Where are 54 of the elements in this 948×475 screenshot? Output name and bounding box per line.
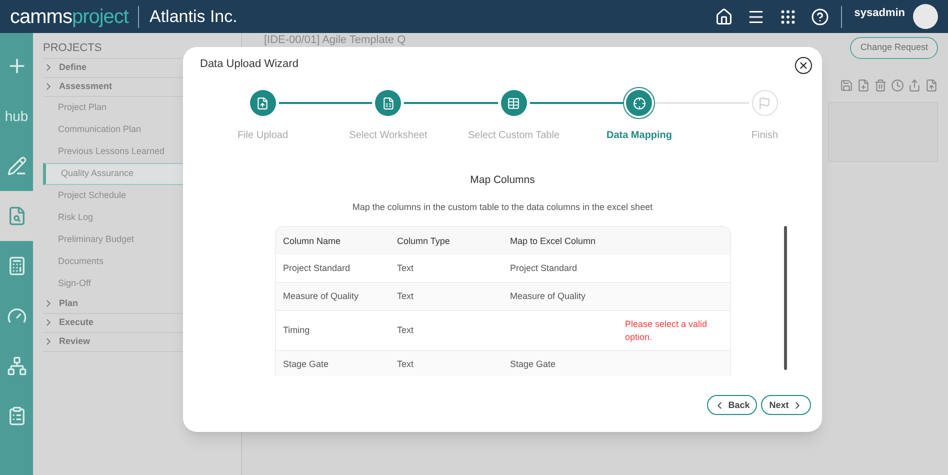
table-cell-text: Text	[397, 358, 415, 371]
help-icon[interactable]	[811, 8, 830, 26]
step-label[interactable]: Data Mapping	[606, 128, 672, 143]
company-name: Atlantis Inc.	[149, 6, 238, 28]
table-cell[interactable]: Stage Gate	[510, 358, 625, 372]
clock-icon[interactable]	[891, 78, 904, 92]
calculator-icon[interactable]	[6, 256, 26, 276]
page-title: [IDE-00/01] Agile Template Q	[264, 34, 406, 46]
error-message: Please select a valid option.	[625, 318, 708, 344]
share-icon[interactable]	[908, 78, 921, 92]
column-header: Column Name	[283, 234, 342, 248]
worksheet-icon	[382, 96, 395, 110]
table-cell[interactable]: Measure of Quality	[510, 290, 625, 304]
save-icon[interactable]	[840, 78, 853, 92]
file-upload-icon[interactable]	[925, 78, 938, 92]
hub-label[interactable]: hub	[4, 106, 28, 126]
pencil-icon[interactable]	[6, 156, 26, 176]
change-request-button[interactable]: Change Request	[850, 37, 938, 58]
home-icon[interactable]	[715, 8, 734, 26]
avatar[interactable]	[913, 4, 938, 29]
column-header: Map to Excel Column	[510, 234, 597, 248]
table-cell-text: Text	[397, 262, 415, 275]
table-cell[interactable]: Project Standard	[510, 262, 625, 276]
document-search-icon[interactable]	[6, 206, 26, 226]
report-icon[interactable]	[6, 406, 26, 426]
user-name[interactable]: sysadmin	[854, 5, 905, 22]
description: Map the columns in the custom table to the data columns in the excel sheet	[351, 200, 654, 214]
file-upload-icon	[256, 96, 270, 110]
hierarchy-icon[interactable]	[6, 356, 26, 376]
table-cell-text: Timing	[283, 324, 311, 337]
apps-grid-icon[interactable]	[779, 8, 798, 26]
section-title: Map Columns	[469, 173, 536, 188]
table-cell-text: Stage Gate	[283, 358, 330, 371]
close-icon[interactable]	[798, 60, 809, 71]
close-button[interactable]	[795, 57, 812, 74]
flag-icon	[758, 96, 772, 110]
step-label[interactable]: Select Worksheet	[349, 128, 428, 143]
target-icon	[632, 96, 646, 110]
table-icon	[507, 96, 520, 110]
delete-icon[interactable]	[874, 78, 887, 92]
table-cell-text: Text	[397, 290, 415, 303]
rail-item[interactable]: hub	[0, 91, 33, 141]
step-label[interactable]: Select Custom Table	[468, 128, 560, 143]
next-button[interactable]: Next	[761, 395, 811, 416]
table-cell-text: Project Standard	[283, 262, 352, 275]
table-cell-text: Measure of Quality	[283, 290, 360, 303]
logo[interactable]: cammsproject	[10, 6, 128, 26]
table-cell-text: Text	[397, 324, 415, 337]
column-header: Column Type	[397, 234, 451, 248]
back-button[interactable]: Back	[707, 395, 757, 416]
step-label[interactable]: File Upload	[237, 128, 288, 143]
new-file-icon[interactable]	[857, 78, 870, 92]
scrollbar[interactable]	[784, 226, 787, 370]
step-label[interactable]: Finish	[751, 128, 778, 143]
